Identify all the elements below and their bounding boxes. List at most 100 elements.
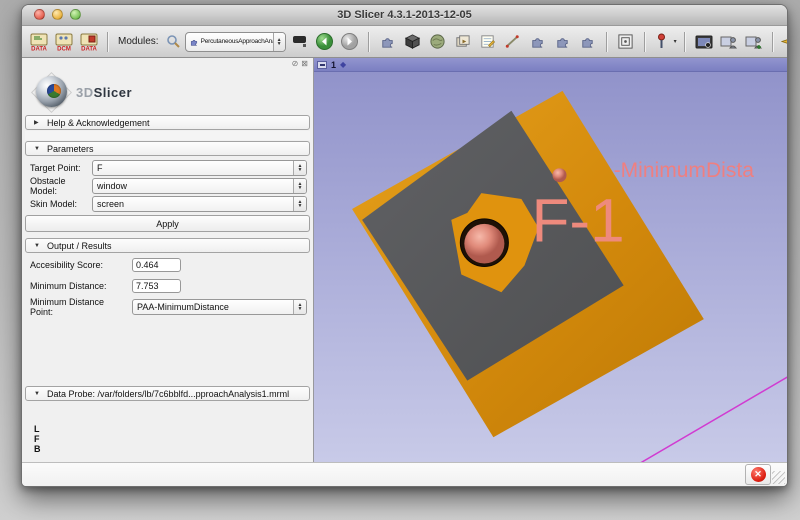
- orientation-label-f: F: [34, 434, 311, 444]
- extension-module-icon[interactable]: [527, 31, 549, 53]
- fiducial-dropdown-arrow-icon[interactable]: ▾: [674, 38, 677, 45]
- extension-module-icon[interactable]: [552, 31, 574, 53]
- layout-cube-icon[interactable]: [402, 31, 424, 53]
- ruler-markup-icon[interactable]: [502, 31, 524, 53]
- svg-text:DATA: DATA: [31, 46, 47, 52]
- extension-module-icon[interactable]: [377, 31, 399, 53]
- minimize-window-button[interactable]: [52, 9, 63, 20]
- app-window: 3D Slicer 4.3.1-2013-12-05 DATA DCM DATA: [21, 4, 788, 487]
- orientation-labels: L F B: [34, 424, 311, 454]
- target-point-combobox[interactable]: F ▲▼: [92, 160, 307, 176]
- zoom-window-button[interactable]: [70, 9, 81, 20]
- panel-top-buttons: ⊘ ⊠: [24, 58, 311, 70]
- window-title: 3D Slicer 4.3.1-2013-12-05: [337, 9, 472, 21]
- svg-text:DCM: DCM: [57, 46, 71, 52]
- section-output-results[interactable]: ▼ Output / Results: [25, 238, 310, 253]
- output-form: Accesibility Score: 0.464 Minimum Distan…: [24, 254, 311, 316]
- measurement-line: [639, 377, 787, 462]
- close-window-button[interactable]: [34, 9, 45, 20]
- screen-capture-icon[interactable]: [693, 31, 715, 53]
- panel-pin-icon[interactable]: ⊠: [301, 60, 308, 68]
- toolbar-separator: [368, 32, 370, 52]
- collapsed-pane: [25, 131, 310, 140]
- view-number: 1: [331, 60, 336, 70]
- parameters-form: Target Point: F ▲▼ Obstacle Model: windo…: [24, 157, 311, 213]
- stepper-arrows-icon[interactable]: ▲▼: [293, 300, 306, 314]
- title-bar[interactable]: 3D Slicer 4.3.1-2013-12-05: [22, 5, 787, 26]
- slicer-logo-icon: [34, 75, 68, 109]
- module-search-icon[interactable]: [166, 31, 182, 53]
- load-dicom-icon[interactable]: DCM: [53, 31, 75, 53]
- main-area: ⊘ ⊠ 3DSlicer ▶ Help & Acknowledgement ▼ …: [22, 58, 787, 462]
- svg-text:DATA: DATA: [81, 46, 97, 52]
- view-menu-diamond-icon[interactable]: ◆: [340, 61, 346, 69]
- skin-model-combobox[interactable]: screen ▲▼: [92, 196, 307, 212]
- target-point-label: Target Point:: [30, 163, 88, 173]
- save-data-icon[interactable]: DATA: [78, 31, 100, 53]
- module-panel-toggle-icon[interactable]: [289, 31, 311, 53]
- stepper-arrows-icon[interactable]: ▲▼: [293, 161, 306, 175]
- slicer-logo: 3DSlicer: [24, 70, 311, 114]
- error-log-button[interactable]: ✕: [745, 464, 771, 485]
- module-selector-stepper[interactable]: ▲▼: [273, 33, 285, 51]
- minimum-distance-point-label: Minimum Distance Point:: [30, 297, 128, 317]
- load-data-icon[interactable]: DATA: [28, 31, 50, 53]
- expand-arrow-icon: ▼: [34, 243, 41, 249]
- stepper-arrows-icon[interactable]: ▲▼: [293, 179, 306, 193]
- module-panel: ⊘ ⊠ 3DSlicer ▶ Help & Acknowledgement ▼ …: [22, 58, 314, 462]
- traffic-lights: [34, 9, 81, 20]
- minimum-distance-point-sphere[interactable]: [553, 168, 567, 182]
- stepper-arrows-icon[interactable]: ▲▼: [293, 197, 306, 211]
- orientation-label-l: L: [34, 424, 311, 434]
- view-pin-icon[interactable]: [317, 61, 327, 69]
- error-x-icon: ✕: [751, 467, 766, 482]
- slicer-logo-text: 3DSlicer: [76, 85, 132, 100]
- min-distance-annotation: -MinimumDista: [614, 159, 755, 182]
- modules-label: Modules:: [118, 36, 159, 47]
- toolbar-separator: [107, 32, 109, 52]
- status-bar: ✕: [22, 462, 787, 486]
- extension-module-icon[interactable]: [577, 31, 599, 53]
- accessibility-score-field[interactable]: 0.464: [132, 258, 181, 272]
- obstacle-model-combobox[interactable]: window ▲▼: [92, 178, 307, 194]
- minimum-distance-point-combobox[interactable]: PAA-MinimumDistance ▲▼: [132, 299, 307, 315]
- accessibility-score-label: Accesibility Score:: [30, 260, 128, 270]
- fiducial-pin-icon[interactable]: [653, 31, 671, 53]
- module-selector-combobox[interactable]: PercutaneousApproachAnalysis ▲▼: [185, 32, 286, 52]
- apply-button[interactable]: Apply: [25, 215, 310, 232]
- skin-model-label: Skin Model:: [30, 199, 88, 209]
- main-toolbar: DATA DCM DATA Modules:: [22, 26, 787, 58]
- collapse-arrow-icon: ▶: [34, 119, 41, 126]
- module-selector-value: PercutaneousApproachAnalysis: [201, 38, 273, 45]
- history-back-button[interactable]: [314, 31, 336, 53]
- toolbar-separator: [644, 32, 646, 52]
- threed-scene[interactable]: -MinimumDista F-1: [314, 71, 787, 462]
- expand-arrow-icon: ▼: [34, 146, 41, 152]
- target-sphere[interactable]: [464, 224, 504, 264]
- window-capture-icon[interactable]: [615, 31, 637, 53]
- toolbar-separator: [772, 32, 774, 52]
- expand-arrow-icon: ▼: [34, 391, 41, 397]
- section-parameters[interactable]: ▼ Parameters: [25, 141, 310, 156]
- scene-cards-icon[interactable]: [452, 31, 474, 53]
- minimum-distance-field[interactable]: 7.753: [132, 279, 181, 293]
- obstacle-model-label: Obstacle Model:: [30, 176, 88, 196]
- target-annotation: F-1: [531, 187, 624, 256]
- scene-view-add-icon[interactable]: [743, 31, 765, 53]
- crosshair-icon[interactable]: [781, 31, 788, 53]
- brain-atlas-icon[interactable]: [427, 31, 449, 53]
- scene-view-icon[interactable]: [718, 31, 740, 53]
- panel-help-icon[interactable]: ⊘: [292, 60, 299, 68]
- resize-grip[interactable]: [772, 471, 785, 484]
- section-data-probe[interactable]: ▼ Data Probe: /var/folders/lb/7c6bblfd..…: [25, 386, 310, 401]
- orientation-label-b: B: [34, 444, 311, 454]
- toolbar-separator: [684, 32, 686, 52]
- minimum-distance-label: Minimum Distance:: [30, 281, 128, 291]
- toolbar-separator: [606, 32, 608, 52]
- view-controller-bar[interactable]: 1 ◆: [314, 58, 787, 72]
- module-puzzle-icon: [189, 37, 199, 47]
- history-forward-button[interactable]: [339, 31, 361, 53]
- annotation-notepad-icon[interactable]: [477, 31, 499, 53]
- section-help-acknowledgement[interactable]: ▶ Help & Acknowledgement: [25, 115, 310, 130]
- threed-viewport[interactable]: 1 ◆: [314, 58, 787, 462]
